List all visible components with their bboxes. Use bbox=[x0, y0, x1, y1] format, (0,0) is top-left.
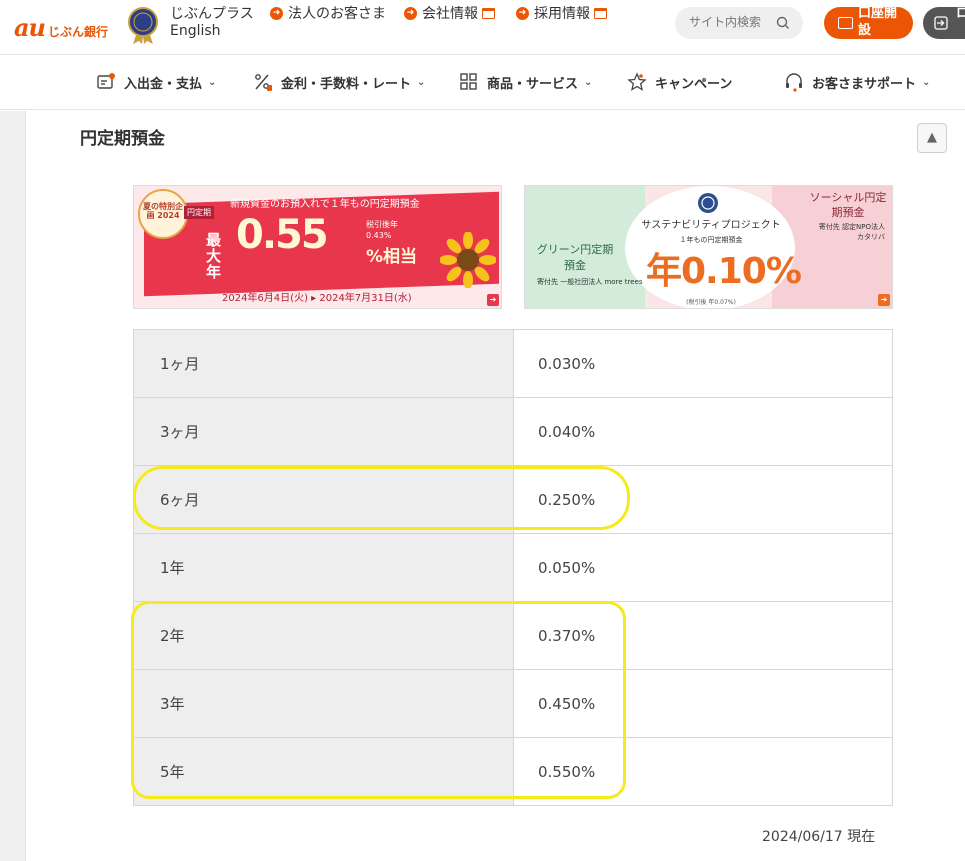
award-badge-icon bbox=[128, 7, 158, 44]
nav-label: 入出金・支払 bbox=[124, 76, 203, 92]
login-button[interactable]: ロ bbox=[923, 6, 965, 39]
chevron-down-icon: ⌄ bbox=[208, 76, 217, 88]
bank-logo[interactable]: au じぶん銀行 bbox=[14, 13, 108, 42]
search-input[interactable] bbox=[689, 15, 779, 29]
recruit-info-link[interactable]: ➜ 採用情報 bbox=[516, 3, 607, 23]
percent-icon bbox=[255, 74, 272, 91]
rate-equivalent-label: %相当 bbox=[366, 247, 418, 267]
table-row: 3年 0.450% bbox=[133, 669, 893, 738]
company-info-label: 会社情報 bbox=[422, 6, 478, 22]
term-cell: 3ヶ月 bbox=[133, 397, 514, 466]
max-rate-label: 最大年 bbox=[206, 231, 222, 281]
as-of-date: 2024/06/17 現在 bbox=[762, 829, 876, 845]
rate-table: 1ヶ月 0.030% 3ヶ月 0.040% 6ヶ月 0.250% 1年 0.05… bbox=[133, 329, 893, 806]
sustainability-banner[interactable]: サステナビリティプロジェクト １年もの円定期預金 年0.10% (税引後 年0.… bbox=[524, 185, 893, 309]
rate-cell: 0.050% bbox=[513, 533, 893, 602]
campaign-period: 2024年6月4日(火) ▸ 2024年7月31日(水) bbox=[222, 293, 412, 304]
table-row: 6ヶ月 0.250% bbox=[133, 465, 893, 534]
headset-icon bbox=[786, 73, 802, 92]
search-icon[interactable] bbox=[775, 15, 791, 31]
nav-label: 商品・サービス bbox=[487, 76, 579, 92]
summer-campaign-banner[interactable]: 新規資金のお預入れで１年もの円定期預金 夏の特別企画 2024 円定期 最大年 … bbox=[133, 185, 502, 309]
jibun-plus-link[interactable]: じぶんプラス bbox=[170, 3, 254, 23]
logo-au: au bbox=[14, 13, 46, 42]
open-account-label: 口座開設 bbox=[858, 6, 898, 38]
arrow-right-icon: ➜ bbox=[270, 6, 283, 20]
card-icon bbox=[838, 17, 853, 29]
grid-icon bbox=[460, 73, 477, 90]
table-row: 3ヶ月 0.040% bbox=[133, 397, 893, 466]
star-icon bbox=[627, 72, 647, 91]
sustainability-logo-icon bbox=[698, 193, 718, 213]
rate-cell: 0.030% bbox=[513, 329, 893, 398]
summer-badge-label: 夏の特別企画 2024 bbox=[143, 202, 183, 220]
sunflower-icon bbox=[440, 232, 496, 288]
wallet-icon bbox=[97, 73, 115, 89]
rate-cell: 0.450% bbox=[513, 669, 893, 738]
term-deposit-tag: 円定期 bbox=[184, 206, 214, 219]
nav-label: お客さまサポート bbox=[812, 76, 917, 92]
term-cell: 2年 bbox=[133, 601, 514, 670]
green-donation-org: 寄付先 一般社団法人 more trees bbox=[537, 278, 643, 286]
corporate-customers-link[interactable]: ➜ 法人のお客さま bbox=[270, 3, 386, 23]
page-title: 円定期預金 bbox=[80, 129, 165, 149]
social-donation-org: 寄付先 認定NPO法人 カタリバ bbox=[818, 223, 885, 241]
after-tax-rate: 税引後年0.43% bbox=[366, 220, 398, 240]
logo-name: じぶん銀行 bbox=[48, 25, 109, 39]
nav-products-services[interactable]: 商品・サービス ⌄ bbox=[459, 72, 592, 92]
scroll-top-button[interactable]: ▲ bbox=[917, 123, 947, 153]
chevron-down-icon: ⌄ bbox=[584, 76, 593, 88]
company-info-link[interactable]: ➜ 会社情報 bbox=[404, 3, 495, 23]
rate-cell: 0.040% bbox=[513, 397, 893, 466]
sustainability-rate: 年0.10% bbox=[646, 251, 802, 292]
rate-cell: 0.550% bbox=[513, 737, 893, 806]
english-link[interactable]: English bbox=[170, 23, 221, 39]
project-title: サステナビリティプロジェクト bbox=[641, 220, 781, 231]
external-window-icon bbox=[482, 7, 495, 19]
table-row: 5年 0.550% bbox=[133, 737, 893, 806]
login-label: ロ bbox=[956, 6, 965, 21]
rate-cell: 0.250% bbox=[513, 465, 893, 534]
external-window-icon bbox=[594, 7, 607, 19]
summer-badge: 夏の特別企画 2024 bbox=[138, 189, 188, 239]
term-cell: 5年 bbox=[133, 737, 514, 806]
social-deposit-title: ソーシャル円定期預金 bbox=[809, 191, 887, 219]
table-row: 1年 0.050% bbox=[133, 533, 893, 602]
corporate-customers-label: 法人のお客さま bbox=[288, 6, 386, 22]
term-cell: 6ヶ月 bbox=[133, 465, 514, 534]
nav-rates-fees[interactable]: 金利・手数料・レート ⌄ bbox=[253, 72, 425, 92]
login-icon bbox=[934, 16, 948, 30]
nav-support[interactable]: お客さまサポート ⌄ bbox=[784, 72, 930, 92]
sustainability-after-tax: (税引後 年0.07%) bbox=[686, 299, 736, 306]
arrow-right-icon: ➜ bbox=[516, 6, 529, 20]
arrow-right-icon: ➜ bbox=[487, 294, 499, 306]
chevron-down-icon: ⌄ bbox=[417, 76, 426, 88]
table-row: 1ヶ月 0.030% bbox=[133, 329, 893, 398]
arrow-right-icon: ➜ bbox=[404, 6, 417, 20]
nav-label: 金利・手数料・レート bbox=[281, 76, 412, 92]
nav-deposit-payment[interactable]: 入出金・支払 ⌄ bbox=[96, 72, 216, 92]
term-cell: 1年 bbox=[133, 533, 514, 602]
chevron-down-icon: ⌄ bbox=[922, 76, 931, 88]
nav-campaign[interactable]: キャンペーン bbox=[627, 72, 732, 92]
term-cell: 1ヶ月 bbox=[133, 329, 514, 398]
term-cell: 3年 bbox=[133, 669, 514, 738]
banner-headline: 新規資金のお預入れで１年もの円定期預金 bbox=[230, 199, 420, 210]
campaign-rate: 0.55 bbox=[236, 212, 329, 258]
table-row: 2年 0.370% bbox=[133, 601, 893, 670]
nav-label: キャンペーン bbox=[655, 76, 733, 92]
rate-cell: 0.370% bbox=[513, 601, 893, 670]
recruit-info-label: 採用情報 bbox=[534, 6, 590, 22]
main-nav: 入出金・支払 ⌄ 金利・手数料・レート ⌄ 商品・サービス ⌄ キャンペーン お… bbox=[0, 55, 965, 110]
left-sidebar-strip bbox=[0, 111, 26, 861]
site-search bbox=[675, 7, 803, 39]
top-bar: au じぶん銀行 じぶんプラス English ➜ 法人のお客さま ➜ 会社情報… bbox=[0, 0, 965, 55]
arrow-right-icon: ➜ bbox=[878, 294, 890, 306]
green-deposit-title: グリーン円定期預金 bbox=[536, 243, 614, 272]
open-account-button[interactable]: 口座開設 bbox=[824, 6, 913, 39]
